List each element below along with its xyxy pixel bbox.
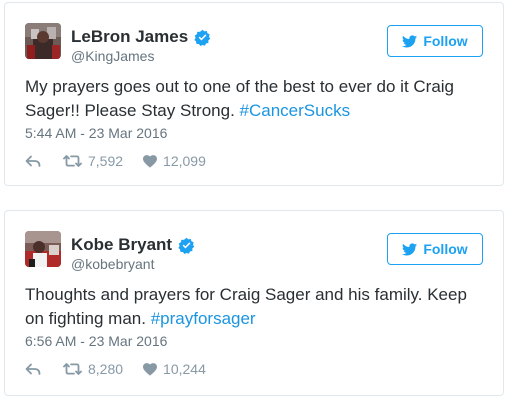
verified-badge-icon [194,29,211,46]
tweet-card: Kobe Bryant @kobebryant Follow Thoughts … [4,210,504,396]
verified-badge-icon [178,237,195,254]
hashtag-link[interactable]: #CancerSucks [240,101,351,120]
like-count: 12,099 [163,153,206,169]
retweet-count: 8,280 [88,361,124,377]
follow-button[interactable]: Follow [387,233,483,265]
tweet-actions: 7,592 12,099 [25,153,206,169]
retweet-button[interactable]: 8,280 [63,361,123,377]
tweet-actions: 8,280 10,244 [25,361,206,377]
tweet-timestamp[interactable]: 6:56 AM - 23 Mar 2016 [25,333,167,349]
reply-icon[interactable] [25,363,41,375]
like-button[interactable]: 12,099 [143,153,206,169]
heart-icon [143,154,158,168]
avatar[interactable] [25,231,61,267]
author-name[interactable]: Kobe Bryant [71,235,172,255]
twitter-bird-icon [402,34,418,48]
like-button[interactable]: 10,244 [143,361,206,377]
twitter-bird-icon [402,242,418,256]
heart-icon [143,362,158,376]
tweet-text: Thoughts and prayers for Craig Sager and… [25,283,483,331]
reply-icon[interactable] [25,155,41,167]
tweet-text: My prayers goes out to one of the best t… [25,75,483,123]
author-handle[interactable]: @kobebryant [71,256,154,272]
author-handle[interactable]: @KingJames [71,48,154,64]
hashtag-link[interactable]: #prayforsager [151,309,256,328]
retweet-icon [63,363,82,375]
retweet-icon [63,155,82,167]
avatar[interactable] [25,23,61,59]
retweet-button[interactable]: 7,592 [63,153,123,169]
follow-button[interactable]: Follow [387,25,483,57]
tweet-timestamp[interactable]: 5:44 AM - 23 Mar 2016 [25,125,167,141]
tweet-card: LeBron James @KingJames Follow My prayer… [4,2,504,186]
retweet-count: 7,592 [88,153,124,169]
follow-label: Follow [423,241,468,257]
author-name[interactable]: LeBron James [71,27,188,47]
like-count: 10,244 [163,361,206,377]
follow-label: Follow [423,33,468,49]
